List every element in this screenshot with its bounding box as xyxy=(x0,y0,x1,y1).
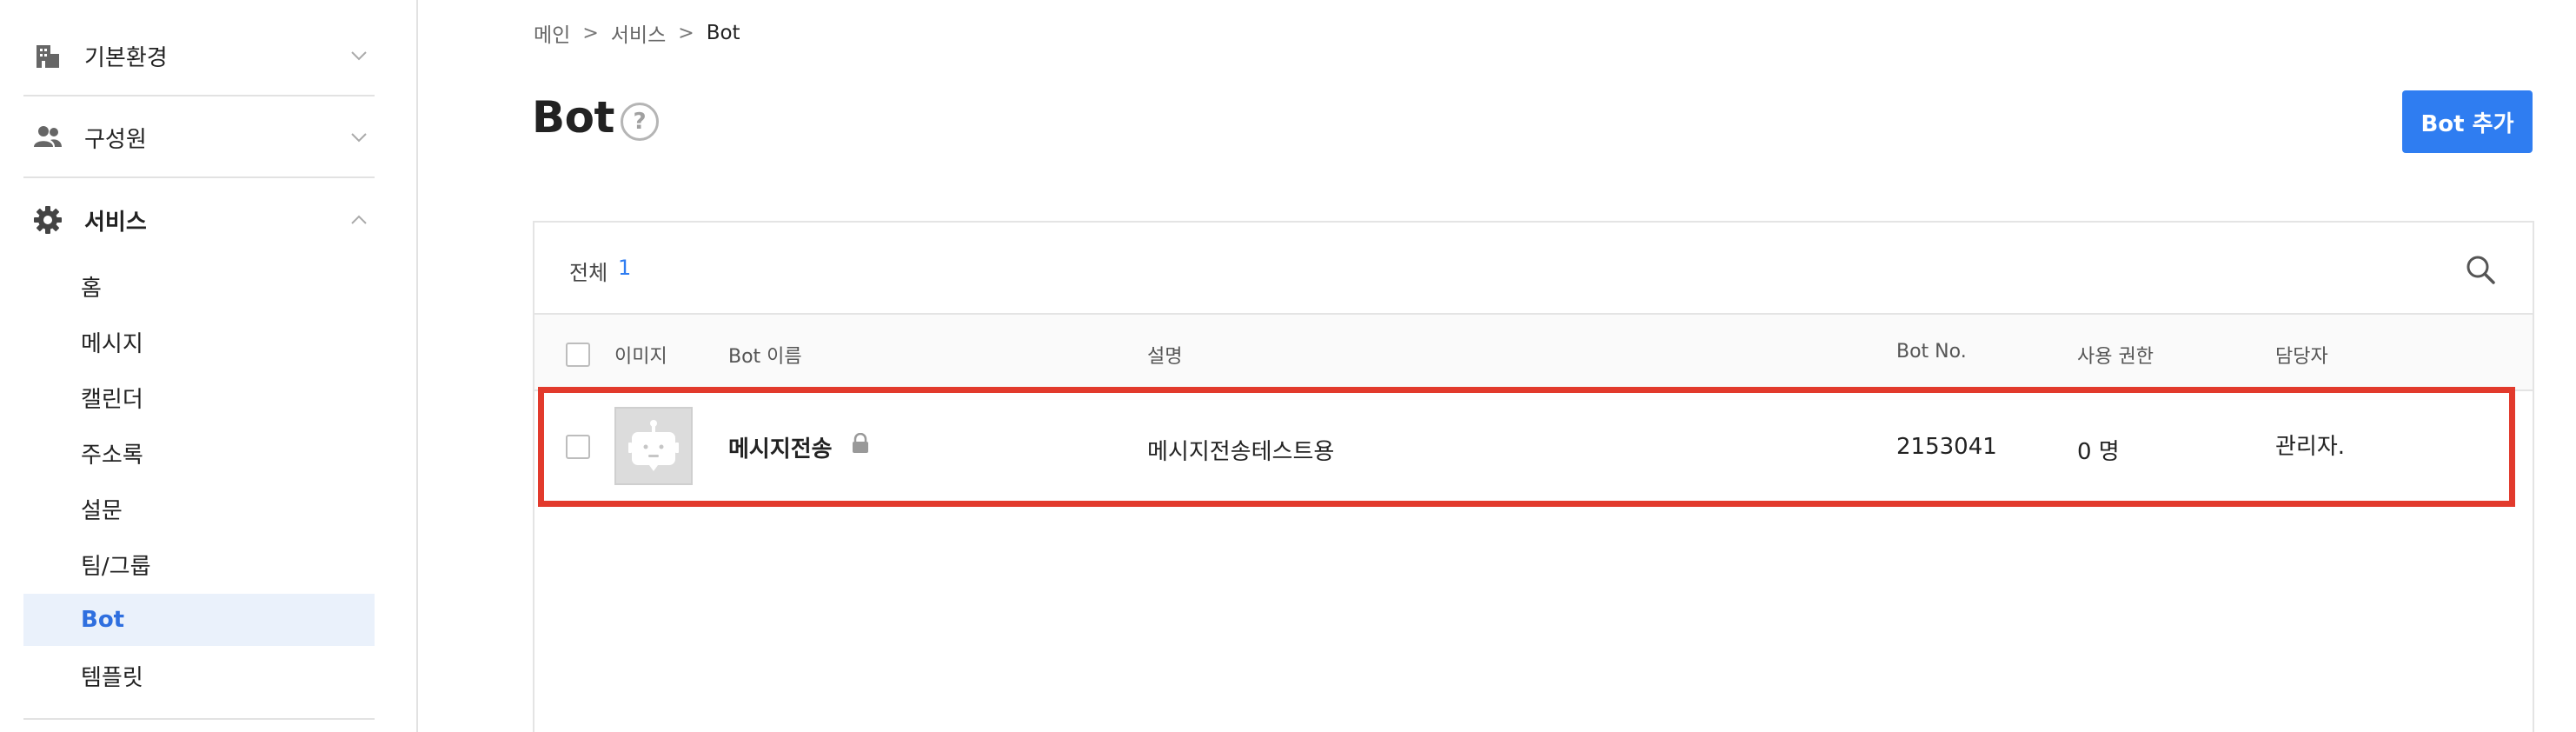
bot-number: 2153041 xyxy=(1896,434,1997,460)
sidebar-group-services[interactable]: 서비스 xyxy=(23,179,375,261)
column-header-image: 이미지 xyxy=(614,346,667,368)
search-icon[interactable] xyxy=(2463,252,2498,287)
people-icon xyxy=(32,122,63,153)
breadcrumb-item-services[interactable]: 서비스 xyxy=(611,18,666,48)
column-header-bot-no[interactable]: Bot No. xyxy=(1896,341,1967,363)
sidebar-group-label: 구성원 xyxy=(84,126,147,153)
chevron-down-icon xyxy=(351,133,367,143)
bot-list-panel: 전체 1 이미지 Bot 이름 설명 Bot No. 사용 권한 담당자 메시지… xyxy=(533,221,2534,732)
sidebar: 기본환경 구성원 서비스 홈 메시지 캘린더 주소록 설문 팀/그룹 Bot 템… xyxy=(0,0,418,732)
app-root: 기본환경 구성원 서비스 홈 메시지 캘린더 주소록 설문 팀/그룹 Bot 템… xyxy=(0,0,2576,732)
column-header-manager: 담당자 xyxy=(2275,346,2328,368)
breadcrumb-item-current: Bot xyxy=(706,22,740,44)
sidebar-item-survey[interactable]: 설문 xyxy=(23,482,375,535)
list-toolbar: 전체 1 xyxy=(534,223,2533,315)
sidebar-group-label: 기본환경 xyxy=(84,44,168,71)
bot-manager: 관리자. xyxy=(2275,434,2346,460)
chevron-right-icon: > xyxy=(582,22,599,44)
sidebar-divider xyxy=(23,176,375,178)
chevron-up-icon xyxy=(351,215,367,224)
table-header: 이미지 Bot 이름 설명 Bot No. 사용 권한 담당자 xyxy=(534,315,2533,391)
sidebar-divider xyxy=(23,718,375,720)
bot-description: 메시지전송테스트용 xyxy=(1147,439,1335,465)
lock-icon xyxy=(853,433,868,453)
sidebar-item-address-book[interactable]: 주소록 xyxy=(23,427,375,479)
bot-permission-count: 0 명 xyxy=(2077,439,2120,465)
bot-name[interactable]: 메시지전송 xyxy=(728,431,833,463)
sidebar-group-basic-settings[interactable]: 기본환경 xyxy=(23,15,375,96)
robot-icon xyxy=(614,407,693,485)
select-all-checkbox[interactable] xyxy=(566,343,590,367)
total-count: 1 xyxy=(618,256,632,280)
breadcrumb: 메인 > 서비스 > Bot xyxy=(534,19,740,47)
sidebar-item-team-group[interactable]: 팀/그룹 xyxy=(23,538,375,590)
sidebar-item-home[interactable]: 홈 xyxy=(23,260,375,312)
sidebar-item-bot[interactable]: Bot xyxy=(23,594,375,646)
chevron-right-icon: > xyxy=(678,22,694,44)
sidebar-item-template[interactable]: 템플릿 xyxy=(23,649,375,702)
question-circle-icon[interactable]: ? xyxy=(621,103,659,141)
column-header-bot-name[interactable]: Bot 이름 xyxy=(728,341,802,369)
column-header-permission: 사용 권한 xyxy=(2077,346,2154,368)
building-icon xyxy=(32,40,63,71)
row-checkbox[interactable] xyxy=(566,435,590,459)
total-label: 전체 xyxy=(569,261,608,285)
sidebar-item-message[interactable]: 메시지 xyxy=(23,316,375,368)
gear-icon xyxy=(32,204,63,236)
page-title: Bot xyxy=(532,92,614,143)
sidebar-group-label: 서비스 xyxy=(84,209,147,236)
add-bot-button[interactable]: Bot 추가 xyxy=(2402,90,2533,153)
table-row[interactable]: 메시지전송 메시지전송테스트용 2153041 0 명 관리자. xyxy=(534,393,2533,501)
sidebar-group-members[interactable]: 구성원 xyxy=(23,96,375,178)
column-header-description: 설명 xyxy=(1147,346,1183,368)
chevron-down-icon xyxy=(351,51,367,61)
sidebar-item-calendar[interactable]: 캘린더 xyxy=(23,371,375,423)
breadcrumb-item-main[interactable]: 메인 xyxy=(534,18,570,48)
